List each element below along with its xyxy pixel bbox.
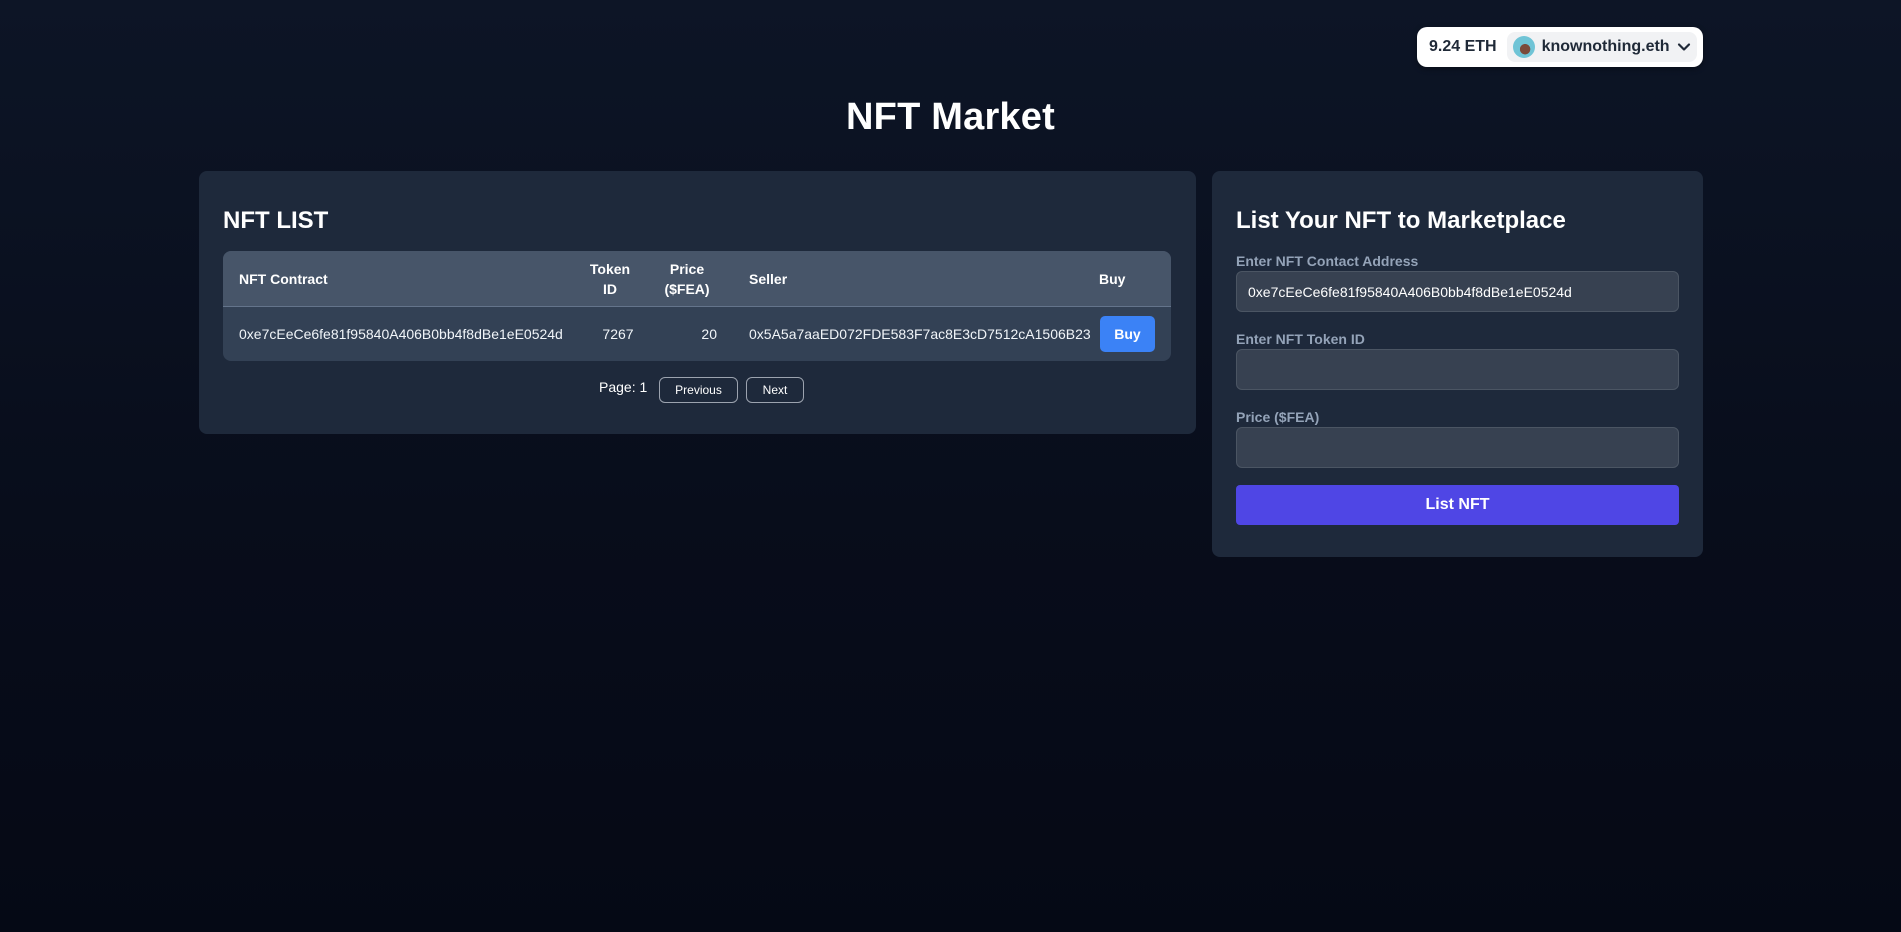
contract-address-input[interactable]: [1236, 271, 1679, 312]
token-id-label: Enter NFT Token ID: [1236, 331, 1365, 347]
wallet-widget[interactable]: 9.24 ETH knownothing.eth: [1417, 27, 1703, 67]
row-contract: 0xe7cEeCe6fe81f95840A406B0bb4f8dBe1eE052…: [239, 326, 563, 342]
account-avatar: [1512, 36, 1535, 58]
previous-page-button[interactable]: Previous: [659, 377, 738, 403]
chevron-down-icon: [1677, 43, 1691, 51]
list-nft-heading: List Your NFT to Marketplace: [1236, 207, 1566, 234]
column-header-token-id: Token ID: [589, 261, 631, 297]
column-header-buy: Buy: [1099, 271, 1126, 287]
eth-balance: 9.24 ETH: [1429, 38, 1497, 55]
token-id-input[interactable]: [1236, 349, 1679, 390]
table-header: NFT Contract Token ID Price ($FEA) Selle…: [223, 251, 1171, 307]
column-header-contract: NFT Contract: [239, 271, 328, 287]
buy-button[interactable]: Buy: [1100, 316, 1155, 352]
nft-list-panel: NFT LIST NFT Contract Token ID Price ($F…: [199, 171, 1196, 434]
list-nft-button[interactable]: List NFT: [1236, 485, 1679, 525]
list-nft-panel: List Your NFT to Marketplace Enter NFT C…: [1212, 171, 1703, 557]
row-token-id: 7267: [602, 326, 634, 342]
contract-address-label: Enter NFT Contact Address: [1236, 253, 1419, 269]
row-seller: 0x5A5a7aaED072FDE583F7ac8E3cD7512cA1506B…: [749, 326, 1091, 342]
next-page-button[interactable]: Next: [746, 377, 804, 403]
column-header-seller: Seller: [749, 271, 788, 287]
row-price: 20: [701, 326, 717, 342]
price-label: Price ($FEA): [1236, 409, 1320, 425]
account-button[interactable]: knownothing.eth: [1506, 32, 1697, 62]
price-input[interactable]: [1236, 427, 1679, 468]
ens-name: knownothing.eth: [1541, 38, 1670, 55]
nft-list-heading: NFT LIST: [223, 207, 329, 234]
column-header-price: Price ($FEA): [664, 261, 710, 297]
nft-table: NFT Contract Token ID Price ($FEA) Selle…: [223, 251, 1171, 361]
page-indicator: Page: 1: [599, 379, 648, 395]
page-title: NFT Market: [846, 96, 1055, 138]
